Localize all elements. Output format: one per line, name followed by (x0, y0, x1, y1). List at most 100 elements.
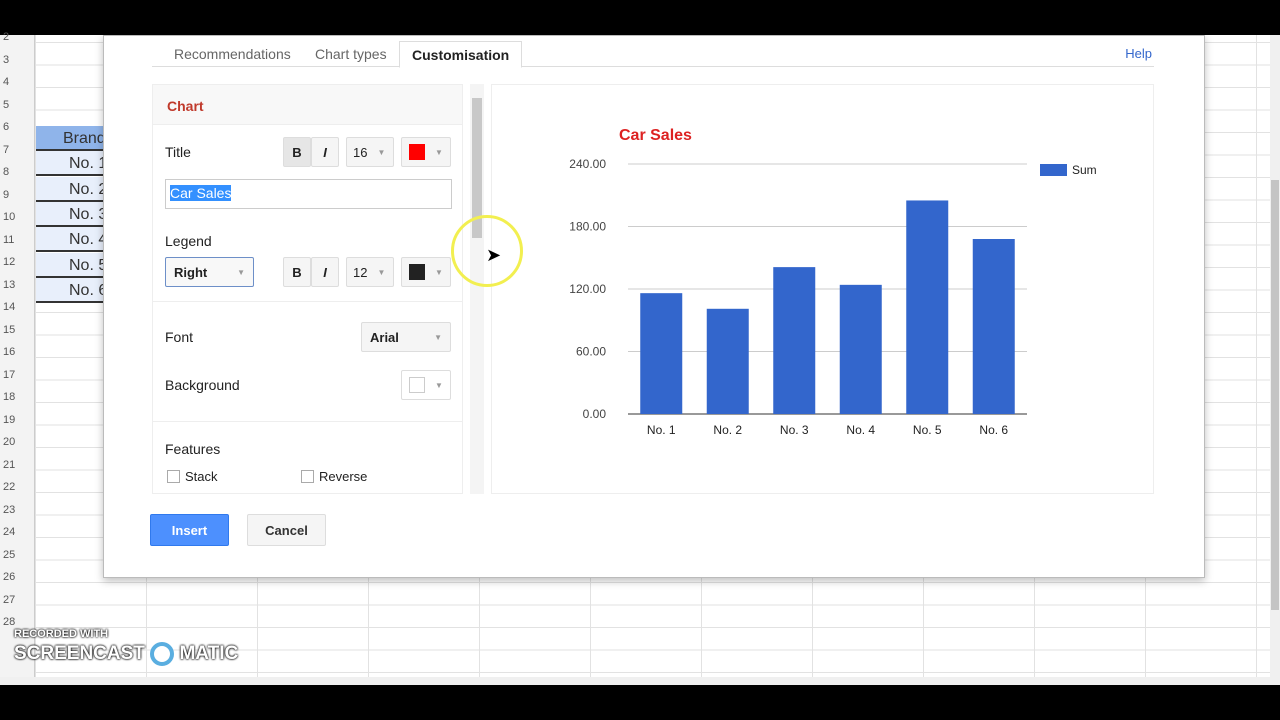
stack-label: Stack (185, 469, 218, 484)
data-cell[interactable]: No. 6 (36, 277, 103, 303)
chart-title: Car Sales (619, 127, 692, 144)
section-chart-header[interactable]: Chart (153, 85, 462, 125)
row-number[interactable]: 11 (3, 234, 14, 246)
background-color-picker[interactable]: ▼ (401, 370, 451, 400)
row-number[interactable]: 4 (3, 76, 9, 88)
chevron-down-icon: ▼ (377, 147, 386, 157)
y-tick-label: 60.00 (576, 345, 606, 359)
x-tick-label: No. 5 (913, 423, 942, 437)
x-tick-label: No. 3 (780, 423, 809, 437)
color-swatch (409, 144, 426, 160)
x-tick-label: No. 6 (979, 423, 1008, 437)
row-number[interactable]: 6 (3, 121, 9, 133)
row-number[interactable]: 25 (3, 549, 15, 561)
row-number[interactable]: 14 (3, 301, 15, 313)
bar (839, 284, 882, 414)
data-cell[interactable]: No. 1 (36, 151, 103, 177)
row-number[interactable]: 3 (3, 54, 9, 66)
legend-position-value: Right (174, 264, 208, 280)
title-bold-button[interactable]: B (283, 137, 311, 167)
row-number[interactable]: 26 (3, 571, 15, 583)
x-tick-label: No. 4 (846, 423, 875, 437)
row-number[interactable]: 2 (3, 31, 9, 43)
row-headers: 2 3 4 5 6 7 8 9 10 11 12 13 14 15 16 17 18 19 20 21 22 23 24 25… (0, 31, 35, 685)
sheet-vertical-scrollbar[interactable] (1270, 35, 1280, 685)
cancel-button[interactable]: Cancel (247, 514, 326, 546)
data-cell[interactable]: No. 5 (36, 252, 103, 278)
font-dropdown[interactable]: Arial ▼ (361, 322, 451, 352)
header-cell[interactable]: Brand (36, 126, 103, 151)
stack-checkbox[interactable] (167, 470, 180, 483)
panel-scrollbar[interactable] (470, 84, 484, 494)
bar (640, 293, 683, 414)
legend-bold-button[interactable]: B (283, 257, 311, 287)
background-label: Background (165, 377, 240, 393)
customisation-panel: Chart Title B I 16 ▼ ▼ Car Sales Legend R… (152, 84, 463, 494)
legend-swatch (1040, 164, 1067, 176)
title-text-input[interactable]: Car Sales (165, 179, 452, 209)
color-swatch (409, 264, 426, 280)
title-size-value: 16 (353, 144, 368, 160)
row-number[interactable]: 27 (3, 594, 15, 606)
row-number[interactable]: 23 (3, 504, 15, 516)
features-label: Features (165, 441, 221, 457)
chevron-down-icon: ▼ (434, 332, 442, 342)
row-number[interactable]: 18 (3, 391, 15, 403)
watermark-logo-icon (150, 642, 175, 666)
legend-label: Sum (1072, 163, 1097, 177)
reverse-checkbox[interactable] (301, 470, 314, 483)
row-number[interactable]: 8 (3, 166, 9, 178)
legend-size-dropdown[interactable]: 12 ▼ (346, 257, 394, 287)
font-label: Font (165, 329, 194, 345)
row-number[interactable]: 20 (3, 436, 15, 448)
tab-recommendations[interactable]: Recommendations (174, 46, 291, 62)
chevron-down-icon: ▼ (435, 267, 443, 277)
row-number[interactable]: 10 (3, 211, 15, 223)
data-cell[interactable]: No. 3 (36, 201, 103, 227)
divider (153, 301, 462, 302)
row-number[interactable]: 21 (3, 459, 15, 471)
y-tick-label: 120.00 (569, 282, 606, 296)
row-number[interactable]: 17 (3, 369, 15, 381)
insert-button[interactable]: Insert (150, 514, 229, 546)
bar (972, 239, 1015, 414)
bar (773, 267, 816, 414)
row-number[interactable]: 12 (3, 256, 15, 268)
title-size-dropdown[interactable]: 16 ▼ (346, 137, 394, 167)
y-tick-label: 180.00 (569, 220, 606, 234)
data-cell[interactable]: No. 2 (36, 176, 103, 202)
bar-chart: Car Sales 0.00 60.00 120.00 180.00 240.00 No. … (569, 127, 1097, 437)
row-number[interactable]: 13 (3, 279, 15, 291)
row-number[interactable]: 16 (3, 346, 15, 358)
bar (706, 308, 749, 414)
row-number[interactable]: 19 (3, 414, 15, 426)
row-number[interactable]: 7 (3, 144, 9, 156)
legend-color-picker[interactable]: ▼ (401, 257, 451, 287)
legend-position-dropdown[interactable]: Right ▼ (165, 257, 254, 287)
x-tick-label: No. 2 (713, 423, 742, 437)
tab-chart-types[interactable]: Chart types (315, 46, 387, 62)
row-number[interactable]: 5 (3, 99, 9, 111)
row-number[interactable]: 9 (3, 189, 9, 201)
chevron-down-icon: ▼ (435, 147, 443, 157)
title-italic-button[interactable]: I (311, 137, 339, 167)
data-cell[interactable]: No. 4 (36, 227, 103, 253)
row-number[interactable]: 28 (3, 616, 15, 628)
chevron-down-icon: ▼ (237, 267, 245, 277)
row-number[interactable]: 22 (3, 481, 15, 493)
divider (153, 421, 462, 422)
x-tick-label: No. 1 (647, 423, 676, 437)
legend-size-value: 12 (353, 264, 368, 280)
screencast-watermark: RECORDED WITH SCREENCAST MATIC (14, 628, 238, 666)
y-tick-label: 0.00 (583, 407, 607, 421)
legend-italic-button[interactable]: I (311, 257, 339, 287)
row-number[interactable]: 15 (3, 324, 15, 336)
tab-customisation[interactable]: Customisation (399, 41, 523, 68)
row-number[interactable]: 24 (3, 526, 15, 538)
sheet-horizontal-scrollbar[interactable] (0, 677, 1270, 685)
title-color-picker[interactable]: ▼ (401, 137, 451, 167)
watermark-line1: RECORDED WITH (14, 628, 109, 640)
editor-tabs: Recommendations Chart types Customisatio… (152, 41, 1154, 68)
mouse-cursor-icon: ➤ (486, 245, 502, 265)
help-link[interactable]: Help (1125, 46, 1152, 61)
